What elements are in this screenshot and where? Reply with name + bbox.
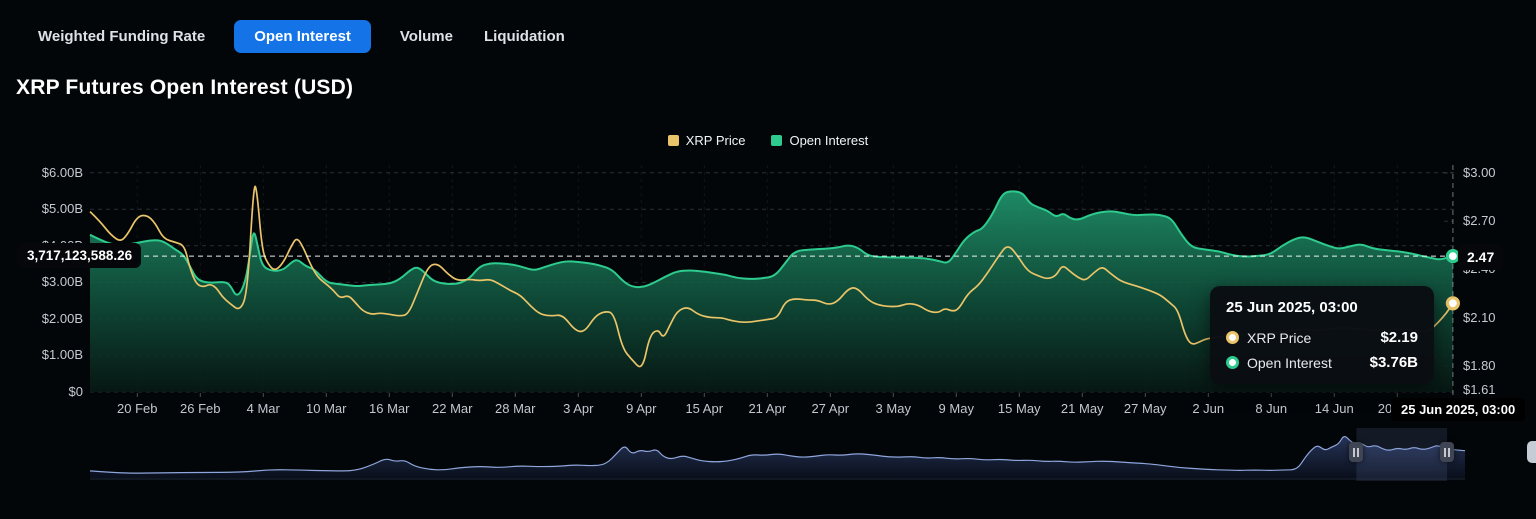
y-axis-left-label: $1.00B — [0, 347, 83, 362]
y-axis-right-label: $2.10 — [1463, 310, 1496, 325]
y-axis-right-label: $3.00 — [1463, 165, 1496, 180]
y-axis-left-label: $6.00B — [0, 165, 83, 180]
grip-icon — [1353, 448, 1355, 457]
tooltip-row-open-interest: Open Interest $3.76B — [1226, 350, 1418, 375]
y-axis-left-label: $2.00B — [0, 311, 83, 326]
crosshair-oi-value-label: 3,717,123,588.26 — [18, 243, 141, 268]
tooltip-date: 25 Jun 2025, 03:00 — [1226, 299, 1418, 316]
navigator-scroll-button[interactable] — [1527, 441, 1536, 463]
x-axis-label: 15 Apr — [685, 401, 723, 416]
x-axis-label: 28 Mar — [495, 401, 535, 416]
tooltip-series-label: XRP Price — [1247, 330, 1311, 346]
grip-icon — [1444, 448, 1446, 457]
tooltip-row-xrp-price: XRP Price $2.19 — [1226, 325, 1418, 350]
open-interest-page: Weighted Funding Rate Open Interest Volu… — [0, 0, 1536, 519]
y-axis-left-label: $0 — [0, 384, 83, 399]
tooltip-series-value: $2.19 — [1380, 329, 1418, 346]
y-axis-left-label: $5.00B — [0, 201, 83, 216]
y-axis-left-label: $3.00B — [0, 274, 83, 289]
x-axis-label: 4 Mar — [247, 401, 280, 416]
x-axis-label: 2 Jun — [1192, 401, 1224, 416]
x-axis-label: 3 May — [876, 401, 911, 416]
tooltip-series-label: Open Interest — [1247, 355, 1332, 371]
chart-navigator[interactable] — [90, 428, 1465, 481]
tooltip-series-value: $3.76B — [1370, 354, 1418, 371]
x-axis-label: 9 Apr — [626, 401, 656, 416]
x-axis-label: 21 Apr — [748, 401, 786, 416]
x-axis-label: 27 Apr — [811, 401, 849, 416]
chart-tooltip: 25 Jun 2025, 03:00 XRP Price $2.19 Open … — [1210, 286, 1434, 384]
x-axis-label: 26 Feb — [180, 401, 220, 416]
main-chart-canvas[interactable] — [0, 0, 1536, 519]
open-interest-dot-icon — [1226, 356, 1239, 369]
x-axis-label: 14 Jun — [1315, 401, 1354, 416]
x-axis-label: 27 May — [1124, 401, 1167, 416]
y-axis-right-label: $2.70 — [1463, 213, 1496, 228]
x-axis-label: 15 May — [998, 401, 1041, 416]
navigator-handle-left[interactable] — [1349, 442, 1363, 462]
crosshair-date-label: 25 Jun 2025, 03:00 — [1391, 398, 1525, 421]
y-axis-right-label: $1.80 — [1463, 358, 1496, 373]
x-axis-label: 22 Mar — [432, 401, 472, 416]
crosshair-price-label: 2.47 — [1458, 244, 1503, 270]
x-axis-label: 10 Mar — [306, 401, 346, 416]
xrp-price-dot-icon — [1226, 331, 1239, 344]
x-axis-label: 8 Jun — [1255, 401, 1287, 416]
y-axis-right-label: $1.61 — [1463, 382, 1496, 397]
x-axis-label: 20 Feb — [117, 401, 157, 416]
x-axis-label: 9 May — [939, 401, 974, 416]
x-axis-label: 16 Mar — [369, 401, 409, 416]
navigator-handle-right[interactable] — [1440, 442, 1454, 462]
x-axis-label: 3 Apr — [563, 401, 593, 416]
x-axis-label: 21 May — [1061, 401, 1104, 416]
